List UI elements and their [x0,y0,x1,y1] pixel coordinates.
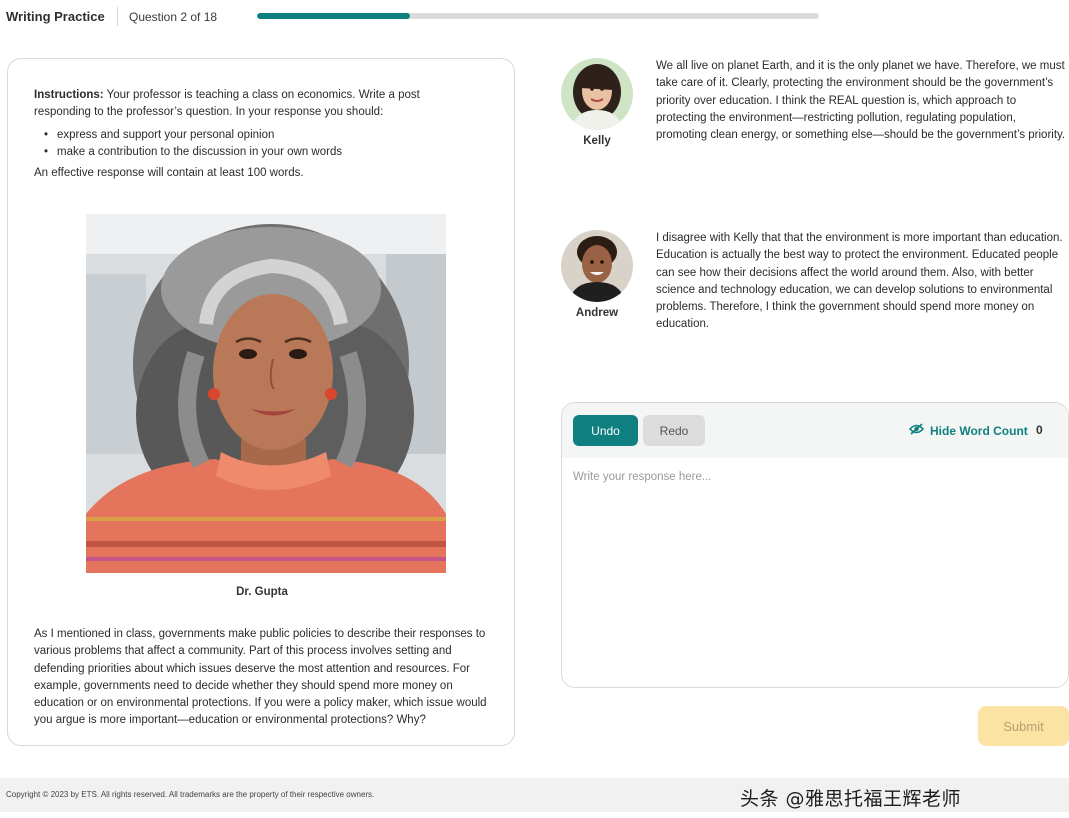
watermark-text: 头条 @雅思托福王辉老师 [740,788,962,810]
app-title: Writing Practice [6,9,105,24]
progress-bar [257,13,819,19]
post-text-andrew: I disagree with Kelly that that the envi… [656,232,1063,331]
avatar-andrew [561,230,633,302]
poster-name-andrew: Andrew [575,307,619,319]
eye-slash-icon [908,423,930,438]
instructions-label: Instructions: [34,89,104,101]
professor-question: As I mentioned in class, governments mak… [34,628,487,727]
professor-name: Dr. Gupta [236,586,288,598]
footer: Copyright © 2023 by ETS. All rights rese… [0,778,1069,812]
hide-word-count-label: Hide Word Count [930,423,1028,438]
editor-toolbar: Undo Redo Hide Word Count 0 [562,403,1068,458]
instruction-bullets: express and support your personal opinio… [44,127,464,161]
avatar-kelly [561,58,633,130]
submit-button[interactable]: Submit [978,706,1069,746]
header-divider [117,7,118,26]
bullet-item: make a contribution to the discussion in… [44,144,464,161]
undo-button[interactable]: Undo [573,415,638,446]
progress-bar-fill [257,13,411,19]
question-counter: Question 2 of 18 [129,10,218,24]
discussion-post-andrew: Andrew I disagree with Kelly that that t… [559,230,1069,370]
top-bar: Writing Practice Question 2 of 18 [0,0,1069,34]
prompt-card: Instructions: Your professor is teaching… [7,58,515,746]
post-text-kelly: We all live on planet Earth, and it is t… [656,60,1066,142]
hide-word-count-button[interactable]: Hide Word Count [908,423,1028,438]
professor-photo [86,214,446,573]
redo-button[interactable]: Redo [643,415,705,446]
poster-name-kelly: Kelly [583,135,611,147]
response-input[interactable] [562,458,1068,687]
response-editor: Undo Redo Hide Word Count 0 [561,402,1069,688]
copyright-text: Copyright © 2023 by ETS. All rights rese… [6,790,375,799]
discussion-post-kelly: Kelly We all live on planet Earth, and i… [559,58,1069,198]
effective-note: An effective response will contain at le… [34,167,304,179]
bullet-item: express and support your personal opinio… [44,127,464,144]
word-count: 0 [1036,423,1043,437]
instructions: Instructions: Your professor is teaching… [34,87,454,121]
